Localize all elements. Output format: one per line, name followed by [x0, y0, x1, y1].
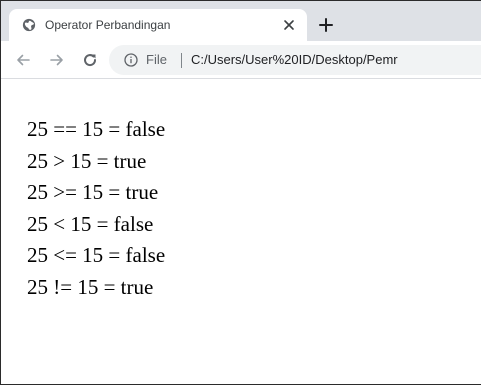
address-bar[interactable]: File C:/Users/User%20ID/Desktop/Pemr [109, 45, 481, 75]
result-line-greater: 25 > 15 = true [27, 148, 147, 173]
result-line-less-equal: 25 <= 15 = false [27, 243, 166, 267]
url-text[interactable]: C:/Users/User%20ID/Desktop/Pemr [191, 51, 398, 69]
reload-icon[interactable] [82, 52, 98, 68]
comparison-results: 25 == 15 = false 25 > 15 = true 25 >= 15… [27, 114, 165, 303]
tab-operator-perbandingan[interactable]: Operator Perbandingan [9, 9, 307, 41]
globe-icon [22, 18, 36, 32]
tab-title: Operator Perbandingan [45, 18, 171, 32]
browser-toolbar: File C:/Users/User%20ID/Desktop/Pemr [1, 41, 481, 79]
info-circle-icon[interactable] [124, 53, 138, 67]
result-line-less: 25 < 15 = false [27, 211, 154, 236]
tab-strip: Operator Perbandingan [1, 1, 481, 41]
browser-window: Operator Perbandingan File C:/Users/User… [0, 0, 481, 385]
close-icon[interactable] [281, 17, 297, 33]
result-line-greater-equal: 25 >= 15 = true [27, 180, 159, 204]
page-content: 25 == 15 = false 25 > 15 = true 25 >= 15… [1, 80, 481, 384]
result-line-not-equal: 25 != 15 = true [27, 274, 154, 299]
arrow-left-icon[interactable] [15, 52, 31, 68]
security-chip-label: File [146, 52, 167, 67]
plus-icon[interactable] [318, 17, 334, 33]
result-line-equal: 25 == 15 = false [27, 117, 166, 141]
chip-divider [181, 53, 182, 68]
arrow-right-icon[interactable] [49, 52, 65, 68]
